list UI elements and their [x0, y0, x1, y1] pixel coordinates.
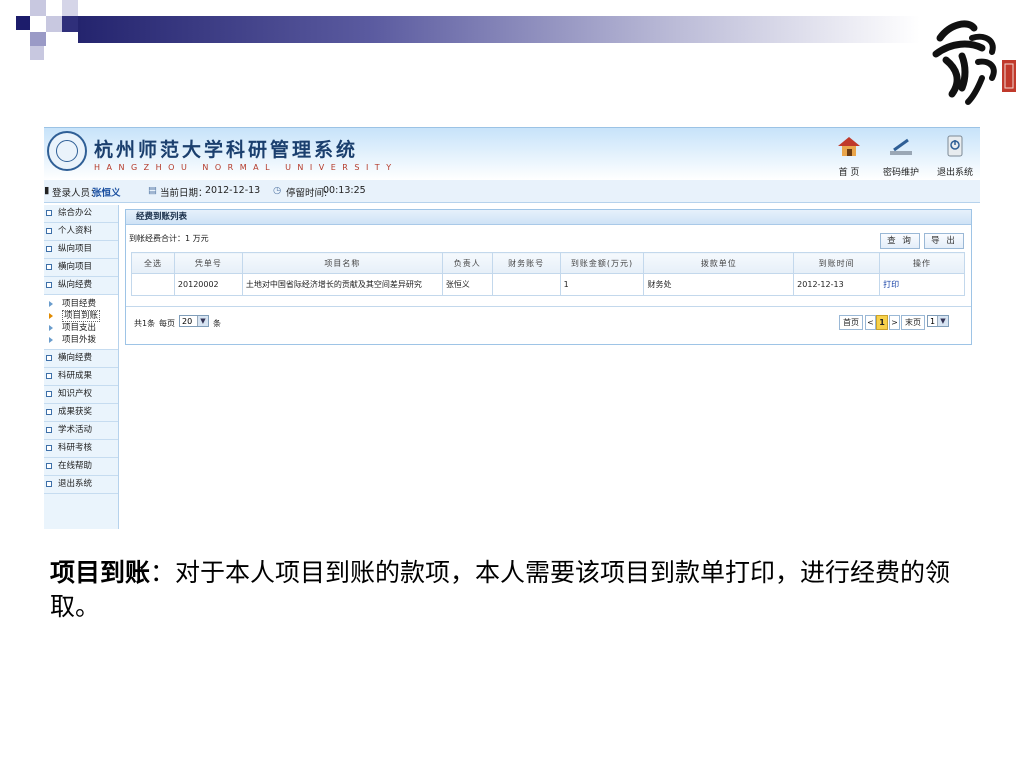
sidebar: 综合办公 个人资料 纵向项目 横向项目 纵向经费 项目经费 项目到账 项目支出 …	[44, 205, 119, 529]
sidebar-item[interactable]: 科研考核	[44, 440, 118, 458]
sidebar-subitem[interactable]: 项目外拨	[44, 334, 118, 346]
password-label: 密码维护	[882, 168, 919, 178]
sidebar-submenu: 项目经费 项目到账 项目支出 项目外拨	[44, 295, 118, 350]
sidebar-item[interactable]: 纵向项目	[44, 241, 118, 259]
calendar-icon: ▤	[148, 185, 157, 196]
pager: 共1条 每页 20 ▼ 条 首页 < 1 > 末页 1 ▼	[126, 306, 971, 333]
cell-project-name: 土地对中国省际经济增长的贡献及其空间差异研究	[241, 273, 443, 296]
funding-table: 全选 凭单号 项目名称 负责人 财务账号 到账金额(万元) 拨款单位 到账时间 …	[131, 252, 965, 296]
app-header: 杭州师范大学科研管理系统 HANGZHOU NORMAL UNIVERSITY …	[44, 127, 980, 180]
record-count: 共1条	[134, 319, 156, 328]
deco-square-light	[30, 46, 44, 60]
col-time: 到账时间	[793, 252, 881, 274]
sidebar-subitem[interactable]: 项目支出	[44, 322, 118, 334]
last-page-button[interactable]: 末页	[901, 315, 925, 330]
stay-label: 停留时间:	[286, 188, 328, 199]
caption-bold: 项目到账	[50, 558, 151, 587]
col-amount: 到账金额(万元)	[559, 252, 645, 274]
col-leader: 负责人	[441, 252, 493, 274]
per-page-label: 每页	[159, 319, 175, 328]
home-button[interactable]: 首 页	[824, 134, 874, 178]
print-link[interactable]: 打印	[883, 280, 899, 289]
deco-square-navy	[62, 0, 78, 16]
col-select-all[interactable]: 全选	[131, 252, 175, 274]
cell-leader: 张恒义	[441, 273, 493, 296]
login-user: 张恒义	[92, 188, 121, 199]
logout-button[interactable]: 退出系统	[930, 134, 980, 178]
deco-square-light	[30, 0, 46, 16]
next-page-button[interactable]: >	[889, 315, 900, 330]
calligraphy-logo	[932, 20, 1016, 105]
sidebar-item[interactable]: 个人资料	[44, 223, 118, 241]
cell-time: 2012-12-13	[793, 273, 881, 296]
cell-amount: 1	[559, 273, 645, 296]
sidebar-item[interactable]: 退出系统	[44, 476, 118, 494]
sidebar-item[interactable]: 横向项目	[44, 259, 118, 277]
prev-page-button[interactable]: <	[865, 315, 876, 330]
password-button[interactable]: 密码维护	[876, 134, 926, 178]
col-project-name: 项目名称	[241, 252, 443, 274]
sidebar-item[interactable]: 在线帮助	[44, 458, 118, 476]
deco-square-light	[46, 16, 62, 32]
sidebar-item[interactable]: 成果获奖	[44, 404, 118, 422]
total-amount: 到帐经费合计：1 万元	[129, 234, 209, 243]
sidebar-item[interactable]: 学术活动	[44, 422, 118, 440]
power-icon	[947, 135, 963, 157]
home-label: 首 页	[838, 168, 860, 178]
deco-square-navy	[16, 16, 30, 30]
sidebar-item[interactable]: 纵向经费	[44, 277, 118, 295]
first-page-button[interactable]: 首页	[839, 315, 863, 330]
col-action: 操作	[879, 252, 965, 274]
sidebar-subitem[interactable]: 项目经费	[44, 298, 118, 310]
cell-unit: 财务处	[643, 273, 795, 296]
funding-list-panel: 经费到账列表 到帐经费合计：1 万元 查 询 导 出 全选 凭单号 项目名称 负…	[125, 209, 972, 345]
col-voucher: 凭单号	[173, 252, 243, 274]
chevron-down-icon: ▼	[197, 316, 208, 326]
system-subtitle: HANGZHOU NORMAL UNIVERSITY	[94, 163, 398, 172]
date-label: 当前日期：	[160, 188, 208, 199]
clock-icon: ◷	[273, 185, 282, 196]
per-page-select[interactable]: 20 ▼	[179, 315, 209, 327]
table-header-row: 全选 凭单号 项目名称 负责人 财务账号 到账金额(万元) 拨款单位 到账时间 …	[131, 252, 965, 274]
system-title: 杭州师范大学科研管理系统	[94, 139, 359, 161]
sidebar-item[interactable]: 综合办公	[44, 205, 118, 223]
university-emblem-icon	[47, 131, 87, 171]
sidebar-item[interactable]: 知识产权	[44, 386, 118, 404]
app-window: 杭州师范大学科研管理系统 HANGZHOU NORMAL UNIVERSITY …	[44, 127, 980, 529]
per-page-unit: 条	[213, 319, 221, 328]
cell-select[interactable]	[131, 273, 175, 296]
caption-text: ：对于本人项目到账的款项，本人需要该项目到款单打印，进行经费的领取。	[50, 558, 951, 621]
sidebar-subitem-active[interactable]: 项目到账	[44, 310, 118, 322]
cell-account	[491, 273, 561, 296]
sidebar-item[interactable]: 科研成果	[44, 368, 118, 386]
query-button[interactable]: 查 询	[880, 233, 920, 249]
sidebar-item[interactable]: 横向经费	[44, 350, 118, 368]
deco-gradient-bar	[78, 16, 920, 43]
export-button[interactable]: 导 出	[924, 233, 964, 249]
cell-voucher: 20120002	[173, 273, 243, 296]
deco-square-light	[30, 32, 46, 46]
date-value: 2012-12-13	[205, 185, 261, 196]
logout-label: 退出系统	[936, 168, 973, 178]
col-unit: 拨款单位	[643, 252, 795, 274]
pen-icon	[890, 138, 912, 155]
deco-square-light	[62, 16, 78, 32]
col-account: 财务账号	[491, 252, 561, 274]
cell-action: 打印	[879, 273, 965, 296]
slide-caption: 项目到账：对于本人项目到账的款项，本人需要该项目到款单打印，进行经费的领取。	[50, 556, 980, 624]
home-icon	[838, 137, 860, 156]
info-bar: ▮ 登录人员： 张恒义 ▤ 当前日期： 2012-12-13 ◷ 停留时间: 0…	[44, 180, 980, 203]
table-row: 20120002 土地对中国省际经济增长的贡献及其空间差异研究 张恒义 1 财务…	[131, 273, 965, 296]
stay-value: 00:13:25	[323, 185, 366, 196]
chevron-down-icon: ▼	[937, 316, 948, 326]
page-select[interactable]: 1 ▼	[927, 315, 949, 327]
user-icon: ▮	[44, 185, 50, 196]
panel-title: 经费到账列表	[126, 210, 971, 225]
current-page[interactable]: 1	[876, 315, 888, 330]
